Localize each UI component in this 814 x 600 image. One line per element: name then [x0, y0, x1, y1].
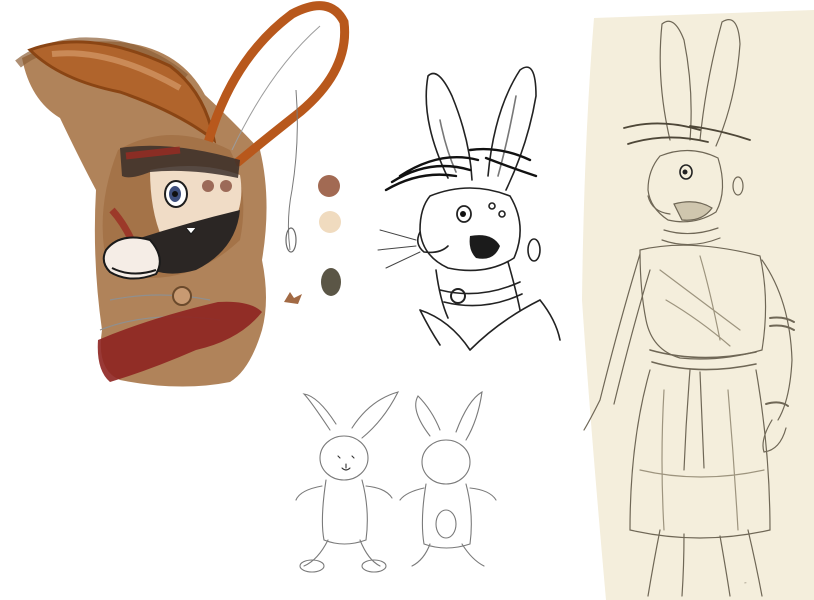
ink-left-ear	[425, 72, 473, 181]
front-head	[319, 435, 369, 481]
collar-pendant	[172, 286, 192, 306]
front-right-ear	[351, 391, 400, 439]
inked-rabbit-bust	[377, 66, 561, 351]
cheek-dot	[202, 180, 214, 192]
ink-right-ear	[487, 66, 537, 191]
ink-earring	[527, 238, 541, 262]
ink-cheek-dot	[498, 210, 506, 218]
artwork-canvas	[15, 1, 814, 600]
front-face	[337, 455, 355, 471]
ink-hair-tuft	[384, 147, 538, 192]
back-head	[421, 439, 471, 485]
swatch-cream	[319, 211, 341, 233]
turnaround-back	[399, 390, 497, 567]
eye-pupil	[172, 191, 178, 197]
front-arms	[295, 485, 393, 501]
front-body	[321, 479, 368, 545]
back-right-ear	[455, 390, 483, 441]
swatch-olive	[321, 268, 341, 296]
ink-whiskers	[377, 229, 421, 269]
standing-rabbit-figure	[582, 10, 814, 600]
back-tail	[435, 509, 457, 539]
ink-collar-pendant	[450, 288, 466, 304]
cheek-dot	[220, 180, 232, 192]
earring-bead	[285, 227, 297, 253]
figure-pupil	[682, 169, 688, 175]
paper-sheet	[582, 10, 814, 600]
ink-cheek-dot	[488, 202, 496, 210]
artist-signature: -	[743, 577, 747, 588]
small-rabbit-mark	[284, 292, 302, 304]
ink-scarf	[419, 299, 561, 351]
front-left-ear	[302, 393, 337, 431]
back-legs	[411, 543, 485, 567]
back-left-ear	[415, 395, 441, 437]
painted-rabbit-head	[15, 1, 350, 387]
rabbit-turnaround	[295, 390, 497, 573]
ink-head	[419, 187, 521, 272]
ink-muzzle-patch	[469, 235, 500, 259]
swatch-mauve	[318, 175, 340, 197]
ink-pupil	[460, 211, 466, 217]
turnaround-front	[295, 391, 400, 573]
back-arms	[399, 487, 497, 501]
